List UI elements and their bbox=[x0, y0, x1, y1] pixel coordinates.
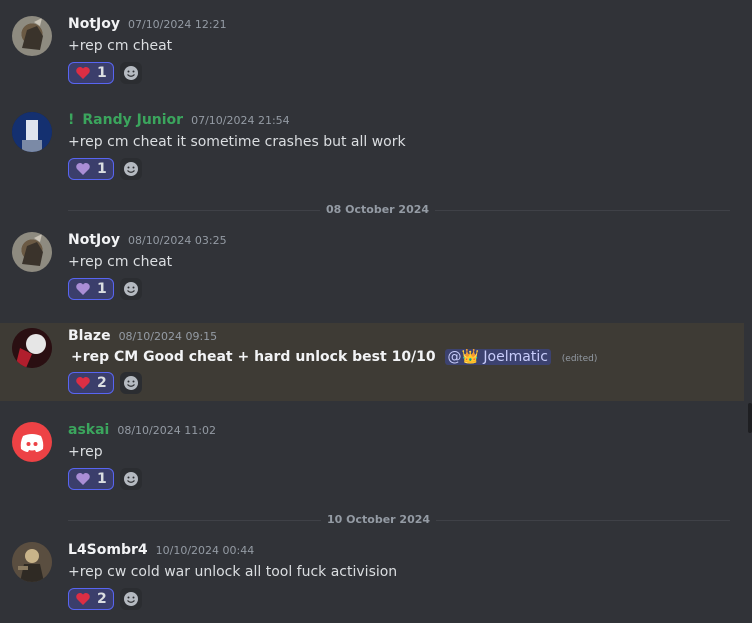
reaction-heart[interactable]: 1 bbox=[68, 62, 114, 84]
reaction-heart[interactable]: 1 bbox=[68, 468, 114, 490]
avatar-art-icon bbox=[12, 112, 52, 152]
timestamp: 08/10/2024 11:02 bbox=[117, 424, 216, 437]
date-divider-label: 08 October 2024 bbox=[320, 203, 436, 216]
username[interactable]: Blaze bbox=[68, 328, 111, 344]
smiley-icon bbox=[123, 592, 138, 606]
avatar-art-icon bbox=[12, 328, 52, 368]
purple-heart-icon bbox=[76, 473, 90, 485]
reaction-count: 1 bbox=[97, 65, 107, 81]
smiley-icon bbox=[123, 66, 138, 80]
message-content: +rep cm cheat bbox=[68, 38, 173, 54]
username-prefix: ! bbox=[68, 112, 75, 128]
smiley-icon bbox=[123, 282, 138, 296]
username[interactable]: L4Sombr4 bbox=[68, 542, 148, 558]
reaction-count: 1 bbox=[97, 471, 107, 487]
reaction-heart[interactable]: 2 bbox=[68, 588, 114, 610]
add-reaction-button[interactable] bbox=[119, 372, 142, 394]
smiley-icon bbox=[123, 376, 138, 390]
message-4: Blaze 08/10/2024 09:15 +rep CM Good chea… bbox=[0, 323, 744, 401]
purple-heart-icon bbox=[76, 283, 90, 295]
message-content: +rep bbox=[68, 444, 103, 460]
red-heart-icon bbox=[76, 593, 90, 605]
username[interactable]: NotJoy bbox=[68, 16, 120, 32]
message-5: askai 08/10/2024 11:02 +rep 1 bbox=[0, 401, 744, 504]
avatar-art-icon bbox=[22, 18, 43, 50]
message-content: +rep cm cheat it sometime crashes but al… bbox=[68, 134, 406, 150]
reactions: 2 bbox=[68, 372, 142, 394]
reaction-heart[interactable]: 2 bbox=[68, 372, 114, 394]
reaction-heart[interactable]: 1 bbox=[68, 278, 114, 300]
reaction-count: 1 bbox=[97, 281, 107, 297]
avatar[interactable] bbox=[12, 328, 52, 368]
message-2: ! Randy Junior 07/10/2024 21:54 +rep cm … bbox=[0, 100, 744, 195]
reactions: 1 bbox=[68, 62, 142, 84]
date-divider-label: 10 October 2024 bbox=[321, 513, 437, 526]
timestamp: 10/10/2024 00:44 bbox=[155, 544, 255, 557]
message-header: NotJoy 07/10/2024 12:21 bbox=[68, 16, 227, 32]
red-heart-icon bbox=[76, 67, 90, 79]
user-mention[interactable]: @👑 Joelmatic bbox=[444, 349, 551, 365]
avatar-art-icon bbox=[22, 234, 43, 266]
reaction-count: 1 bbox=[97, 161, 107, 177]
add-reaction-button[interactable] bbox=[119, 468, 142, 490]
timestamp: 08/10/2024 09:15 bbox=[118, 330, 218, 343]
discord-logo-icon bbox=[20, 434, 44, 452]
message-header: askai 08/10/2024 11:02 bbox=[68, 422, 216, 438]
message-3: NotJoy 08/10/2024 03:25 +rep cm cheat 1 bbox=[0, 220, 744, 323]
add-reaction-button[interactable] bbox=[119, 158, 142, 180]
message-text: +rep CM Good cheat + hard unlock best 10… bbox=[71, 349, 436, 365]
reactions: 1 bbox=[68, 158, 142, 180]
username[interactable]: askai bbox=[68, 422, 109, 438]
reactions: 1 bbox=[68, 468, 142, 490]
avatar[interactable] bbox=[12, 16, 52, 56]
username[interactable]: NotJoy bbox=[68, 232, 120, 248]
avatar[interactable] bbox=[12, 112, 52, 152]
message-content: +rep cm cheat bbox=[68, 254, 173, 270]
add-reaction-button[interactable] bbox=[119, 62, 142, 84]
reaction-count: 2 bbox=[97, 375, 107, 391]
message-content: +rep CM Good cheat + hard unlock best 10… bbox=[71, 349, 597, 365]
reaction-count: 2 bbox=[97, 591, 107, 607]
message-6: L4Sombr4 10/10/2024 00:44 +rep cw cold w… bbox=[0, 530, 744, 623]
timestamp: 07/10/2024 21:54 bbox=[191, 114, 290, 127]
smiley-icon bbox=[123, 162, 138, 176]
reactions: 2 bbox=[68, 588, 142, 610]
avatar[interactable] bbox=[12, 422, 52, 462]
red-heart-icon bbox=[76, 377, 90, 389]
message-header: Blaze 08/10/2024 09:15 bbox=[68, 328, 217, 344]
message-header: L4Sombr4 10/10/2024 00:44 bbox=[68, 542, 254, 558]
timestamp: 07/10/2024 12:21 bbox=[127, 18, 227, 31]
reactions: 1 bbox=[68, 278, 142, 300]
scrollbar[interactable] bbox=[748, 403, 752, 433]
avatar[interactable] bbox=[12, 542, 52, 582]
avatar[interactable] bbox=[12, 232, 52, 272]
smiley-icon bbox=[123, 472, 138, 486]
avatar-art-icon bbox=[12, 542, 52, 582]
message-1: NotJoy 07/10/2024 12:21 +rep cm cheat 1 bbox=[0, 0, 744, 100]
timestamp: 08/10/2024 03:25 bbox=[127, 234, 227, 247]
reaction-heart[interactable]: 1 bbox=[68, 158, 114, 180]
edited-label: (edited) bbox=[561, 354, 598, 364]
add-reaction-button[interactable] bbox=[119, 278, 142, 300]
message-content: +rep cw cold war unlock all tool fuck ac… bbox=[68, 564, 398, 580]
username[interactable]: Randy Junior bbox=[82, 112, 183, 128]
purple-heart-icon bbox=[76, 163, 90, 175]
add-reaction-button[interactable] bbox=[119, 588, 142, 610]
message-header: NotJoy 08/10/2024 03:25 bbox=[68, 232, 227, 248]
message-header: ! Randy Junior 07/10/2024 21:54 bbox=[68, 112, 290, 128]
